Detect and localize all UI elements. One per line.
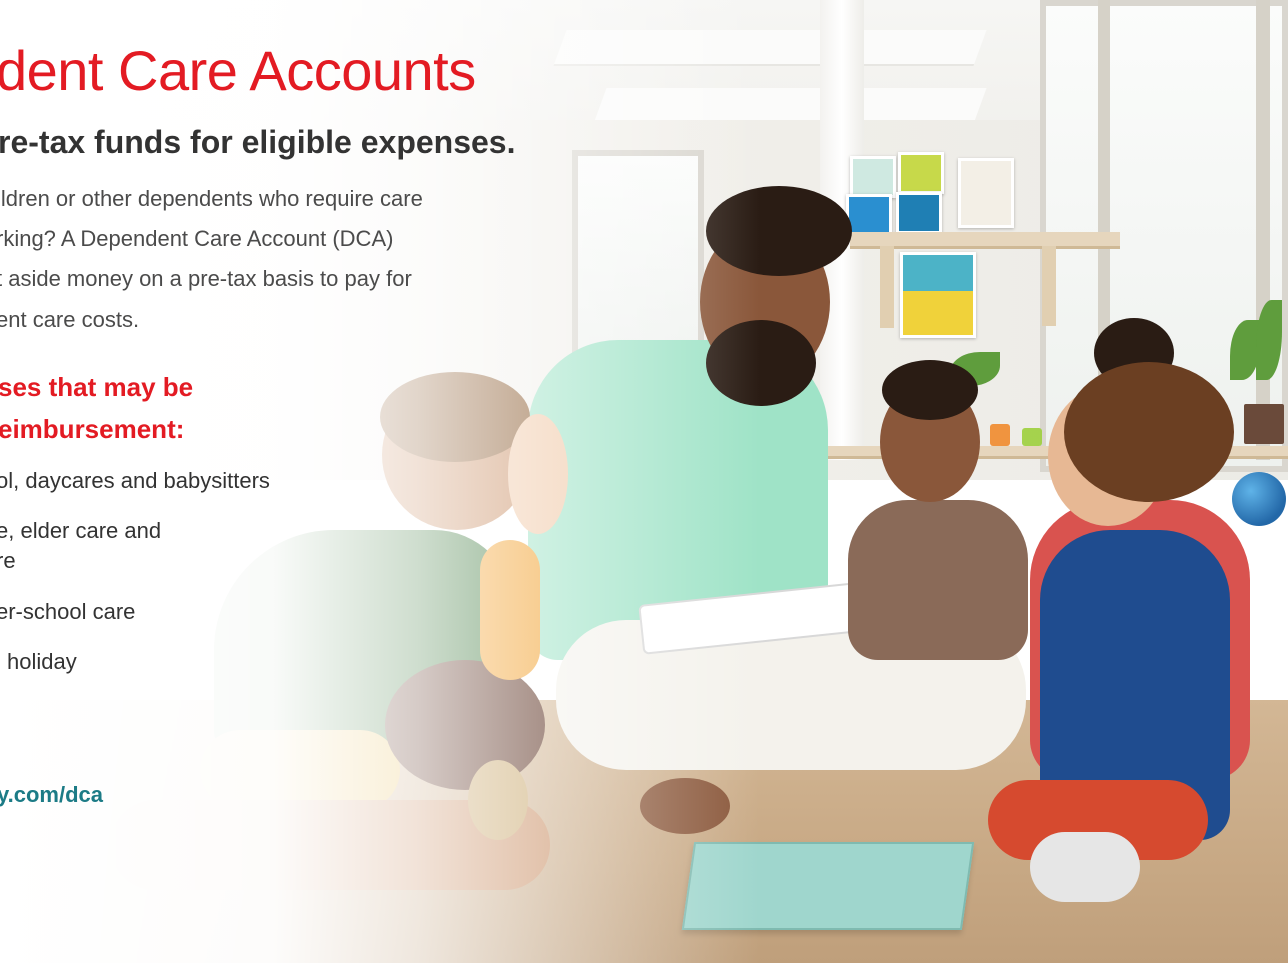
- eligible-heading: eimbursement:: [0, 414, 185, 444]
- website-link[interactable]: y.com/dca: [0, 782, 103, 808]
- intro-line: ent care costs.: [0, 307, 140, 332]
- eligible-item: e, elder care and: [0, 518, 162, 543]
- wall-art: [896, 192, 942, 234]
- wall-art: [958, 158, 1014, 228]
- intro-line: t aside money on a pre-tax basis to pay …: [0, 266, 412, 291]
- wall-art: [898, 152, 944, 194]
- intro-line: rking? A Dependent Care Account (DCA): [0, 226, 394, 251]
- page-title: dent Care Accounts: [0, 39, 476, 102]
- page-subtitle: re-tax funds for eligible expenses.: [0, 124, 516, 160]
- intro-line: ildren or other dependents who require c…: [0, 186, 423, 211]
- wall-art: [850, 156, 896, 198]
- boy-brown-shirt: [848, 500, 1028, 660]
- wall-art: [846, 194, 892, 236]
- flyer-page: dent Care Accounts re-tax funds for elig…: [0, 0, 1288, 963]
- boy-brown-hair: [882, 360, 978, 420]
- eligible-heading: ses that may be: [0, 372, 194, 402]
- toddler-sock: [1030, 832, 1140, 902]
- plant-pot: [1244, 404, 1284, 444]
- toddler-hair: [1064, 362, 1234, 502]
- shelf-bracket: [880, 246, 894, 328]
- globe: [1232, 472, 1286, 526]
- eligible-item: ol, daycares and babysitters: [0, 468, 270, 493]
- window-frame: [1256, 0, 1270, 460]
- eligible-item: er-school care: [0, 599, 136, 624]
- hanging-art: [900, 252, 976, 338]
- eligible-item: l holiday: [0, 649, 77, 674]
- eligible-item: re: [0, 548, 16, 573]
- shelf-bracket: [1042, 246, 1056, 326]
- paint-jar: [1022, 428, 1042, 446]
- paint-jar: [990, 424, 1010, 446]
